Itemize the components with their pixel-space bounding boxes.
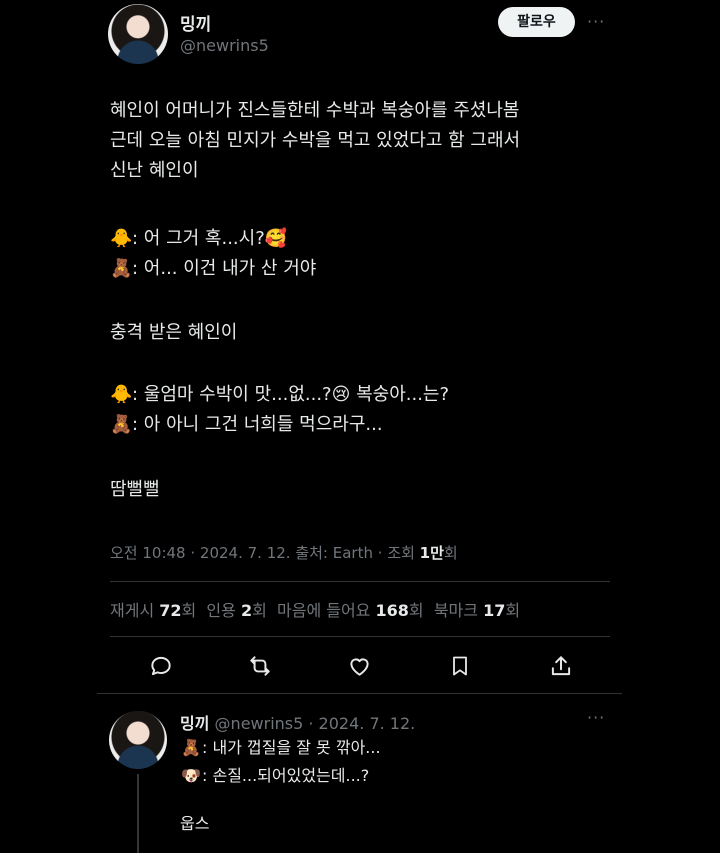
retweets-stat[interactable]: 재게시 72회 xyxy=(110,601,196,620)
tweet-meta: 오전 10:48 · 2024. 7. 12. 출처: Earth · 조회 1… xyxy=(110,542,458,563)
dialog-2: 🐥: 울엄마 수박이 맛...없...?😢 복숭아...는? 🧸: 아 아니 그… xyxy=(110,380,449,440)
divider xyxy=(110,581,610,582)
body-paragraph: 땀뻘뻘 xyxy=(110,479,160,500)
stats-row: 재게시 72회 인용 2회 마음에 들어요 168회 북마크 17회 xyxy=(110,597,520,621)
body-line: 근데 오늘 아침 민지가 수박을 먹고 있었다고 함 그래서 xyxy=(110,130,521,151)
teddy-bear-icon: 🧸 xyxy=(181,738,201,757)
bookmarks-stat[interactable]: 북마크 17회 xyxy=(434,601,520,620)
reply-tail: 웁스 xyxy=(180,814,210,833)
views-count: 1만 xyxy=(419,544,444,562)
body-paragraph: 충격 받은 혜인이 xyxy=(110,322,238,343)
body-line: 신난 혜인이 xyxy=(110,160,199,181)
bookmark-icon[interactable] xyxy=(448,653,472,679)
divider xyxy=(97,693,622,694)
divider xyxy=(110,636,610,637)
dialog-text: : 어 그거 혹...시?🥰 xyxy=(132,228,288,249)
share-icon[interactable] xyxy=(548,653,574,679)
teddy-bear-icon: 🧸 xyxy=(110,414,133,435)
reply-body: 🧸: 내가 껍질을 잘 못 깎아... 🐶: 손질...되어있었는데...? xyxy=(180,734,381,790)
more-icon[interactable]: ··· xyxy=(587,12,605,31)
like-icon[interactable] xyxy=(346,653,373,679)
dialog-text: : 아 아니 그건 너희들 먹으라구... xyxy=(132,414,383,435)
quotes-stat[interactable]: 인용 2회 xyxy=(206,601,266,620)
handle[interactable]: @newrins5 xyxy=(180,36,269,55)
reply-header: 밍끼 @newrins5 · 2024. 7. 12. xyxy=(180,710,415,734)
dialog-text: : 어... 이건 내가 산 거야 xyxy=(132,258,317,279)
teddy-bear-icon: 🧸 xyxy=(110,258,133,279)
reply-icon[interactable] xyxy=(148,653,174,679)
avatar[interactable] xyxy=(108,4,168,64)
body-line: 혜인이 어머니가 진스들한테 수박과 복숭아를 주셨나봄 xyxy=(110,100,520,121)
likes-stat[interactable]: 마음에 들어요 168회 xyxy=(277,601,424,620)
dialog-1: 🐥: 어 그거 혹...시?🥰 🧸: 어... 이건 내가 산 거야 xyxy=(110,224,316,284)
timestamp[interactable]: 오전 10:48 · 2024. 7. 12. 출처: Earth · 조회 xyxy=(110,544,420,562)
reply-text: : 손질...되어있었는데...? xyxy=(202,766,370,785)
reply-avatar[interactable] xyxy=(109,711,167,769)
thread-line xyxy=(137,774,139,853)
views-unit: 회 xyxy=(443,544,458,562)
dog-icon: 🐶 xyxy=(181,766,201,785)
reply-display-name[interactable]: 밍끼 xyxy=(180,714,209,733)
retweet-icon[interactable] xyxy=(246,653,274,679)
chick-icon: 🐥 xyxy=(110,228,133,249)
dialog-text: : 울엄마 수박이 맛...없...?😢 복숭아...는? xyxy=(132,384,450,405)
reply-handle-date[interactable]: @newrins5 · 2024. 7. 12. xyxy=(215,714,416,733)
reply-more-icon[interactable]: ··· xyxy=(587,708,605,727)
display-name[interactable]: 밍끼 xyxy=(180,10,211,35)
tweet-body: 혜인이 어머니가 진스들한테 수박과 복숭아를 주셨나봄 근데 오늘 아침 민지… xyxy=(110,96,670,186)
chick-icon: 🐥 xyxy=(110,384,133,405)
follow-button[interactable]: 팔로우 xyxy=(498,7,575,37)
reply-text: : 내가 껍질을 잘 못 깎아... xyxy=(202,738,381,757)
